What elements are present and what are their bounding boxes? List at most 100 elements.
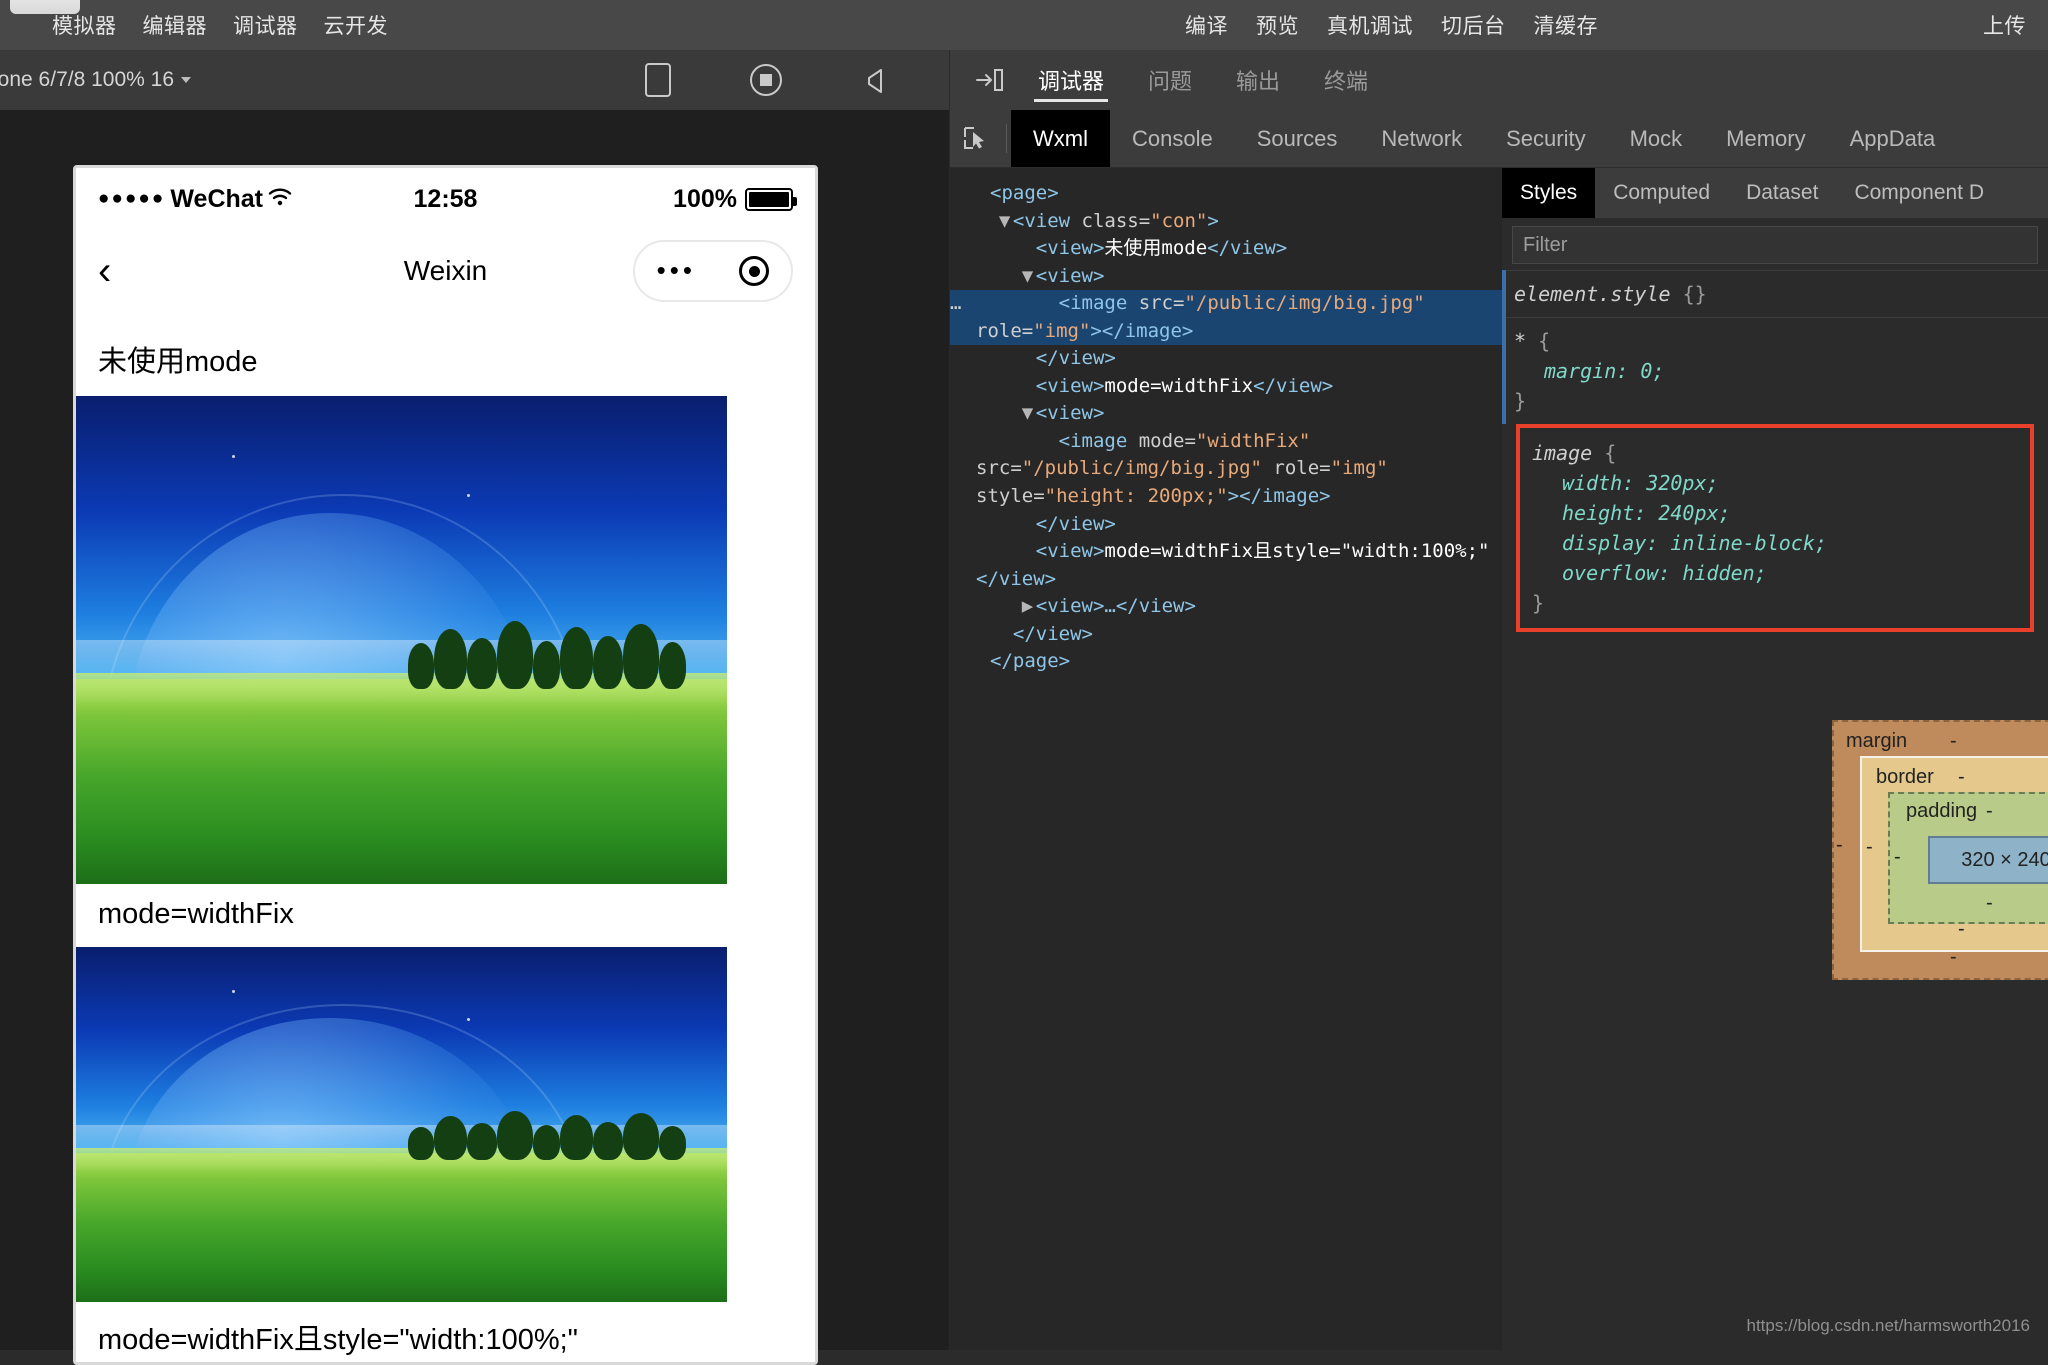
- box-model-padding-label: padding: [1906, 800, 1978, 822]
- action-background[interactable]: 切后台: [1441, 10, 1506, 40]
- image-widthfix: [76, 947, 727, 1302]
- app-menu-bar: 模拟器 编辑器 调试器 云开发 编译 预览 真机调试 切后台 清缓存 上传: [0, 0, 2048, 50]
- section-label-1: mode=widthFix: [98, 898, 294, 930]
- styles-tab-bar: Styles Computed Dataset Component D: [1502, 168, 2048, 218]
- target-icon[interactable]: [739, 256, 770, 286]
- menu-item-simulator[interactable]: 模拟器: [52, 10, 117, 40]
- volume-icon[interactable]: [861, 66, 893, 94]
- mini-program-page: 未使用mode mode=widthFix mode=widthFix且styl…: [76, 312, 815, 1362]
- phone-rotate-icon[interactable]: [645, 63, 671, 97]
- box-model-padding-top: -: [1986, 800, 1993, 822]
- subtab-appdata[interactable]: AppData: [1828, 110, 1958, 167]
- box-model-padding: padding - - - 320 × 240: [1888, 792, 2048, 924]
- styles-filter-input[interactable]: Filter: [1512, 226, 2038, 264]
- styles-rule-list: element.style {} * {margin: 0;} image {wid…: [1502, 270, 2048, 632]
- styles-filter-placeholder: Filter: [1523, 233, 1568, 256]
- style-rule[interactable]: * {margin: 0;}: [1502, 317, 2048, 424]
- box-model-diagram: margin - - - border - - - padding - - - …: [1832, 720, 2048, 980]
- wxml-node[interactable]: </view>: [950, 621, 1502, 649]
- box-model-border-label: border: [1876, 766, 1934, 788]
- box-model-padding-bottom: -: [1986, 892, 1993, 914]
- devtools-subtab-bar: Wxml Console Sources Network Security Mo…: [950, 110, 2048, 168]
- subtab-divider: [1006, 124, 1007, 153]
- status-battery: 100%: [673, 184, 797, 214]
- battery-percent: 100%: [673, 184, 737, 213]
- subtab-memory[interactable]: Memory: [1704, 110, 1827, 167]
- wxml-node[interactable]: ▼ <view>: [950, 263, 1502, 291]
- devtools-body: <page> ▼ <view class="con"> <view>未使用mode…: [950, 168, 2048, 1350]
- style-rule[interactable]: element.style {}: [1502, 270, 2048, 317]
- menu-item-debugger[interactable]: 调试器: [233, 10, 298, 40]
- element-picker-icon[interactable]: [950, 110, 1002, 167]
- menu-item-editor[interactable]: 编辑器: [143, 10, 208, 40]
- subtab-network[interactable]: Network: [1359, 110, 1484, 167]
- wxml-node[interactable]: <page>: [950, 180, 1502, 208]
- box-model-margin-top: -: [1950, 730, 1957, 752]
- devtools-panel: 调试器 问题 输出 终端 Wxml Console Sources Networ…: [950, 50, 2048, 1350]
- action-compile[interactable]: 编译: [1185, 10, 1228, 40]
- tab-debugger[interactable]: 调试器: [1016, 50, 1126, 110]
- action-preview[interactable]: 预览: [1256, 10, 1299, 40]
- action-real-device[interactable]: 真机调试: [1327, 10, 1413, 40]
- wxml-tree[interactable]: <page> ▼ <view class="con"> <view>未使用mode…: [950, 168, 1502, 1350]
- styles-tab-component[interactable]: Component D: [1836, 168, 2002, 218]
- record-icon[interactable]: [749, 63, 783, 97]
- wxml-node[interactable]: ▶ <view>…</view>: [950, 593, 1502, 621]
- styles-tab-styles[interactable]: Styles: [1502, 168, 1596, 218]
- section-label-2: mode=widthFix且style="width:100%;": [98, 1324, 578, 1356]
- wxml-node[interactable]: <view>未使用mode</view>: [950, 235, 1502, 263]
- box-model-border-left: -: [1866, 836, 1873, 858]
- style-rule[interactable]: image {width: 320px; height: 240px; displa…: [1516, 424, 2034, 632]
- capsule-button[interactable]: •••: [633, 240, 793, 302]
- box-model-margin-label: margin: [1846, 730, 1908, 752]
- box-model-border: border - - - padding - - - 320 × 240: [1860, 756, 2048, 952]
- more-icon[interactable]: •••: [657, 258, 696, 283]
- phone-frame: ●●●●● WeChat 12:58 100% ‹ Weixin ••• 未使用…: [73, 165, 818, 1365]
- simulator-toolbar: hone 6/7/8 100% 16: [0, 50, 1001, 110]
- wxml-node[interactable]: <image mode="widthFix" src="/public/img/…: [950, 428, 1502, 511]
- rule-accent-bar: [1502, 317, 1506, 424]
- menu-group-actions: 编译 预览 真机调试 切后台 清缓存: [1185, 10, 1598, 40]
- subtab-sources[interactable]: Sources: [1235, 110, 1360, 167]
- phone-status-bar: ●●●●● WeChat 12:58 100%: [76, 168, 815, 230]
- styles-tab-dataset[interactable]: Dataset: [1728, 168, 1836, 218]
- styles-tab-computed[interactable]: Computed: [1595, 168, 1728, 218]
- wxml-node[interactable]: <view>mode=widthFix且style="width:100%;"<…: [950, 538, 1502, 593]
- tab-issues[interactable]: 问题: [1126, 50, 1214, 110]
- subtab-wxml[interactable]: Wxml: [1011, 110, 1110, 167]
- box-model-border-top: -: [1958, 766, 1965, 788]
- section-label-0: 未使用mode: [98, 346, 258, 378]
- box-model-content: 320 × 240: [1928, 836, 2048, 884]
- styles-pane: Styles Computed Dataset Component D Filt…: [1502, 168, 2048, 1350]
- panel-toggle-icon[interactable]: [964, 67, 1016, 93]
- wxml-node[interactable]: </view>: [950, 345, 1502, 373]
- chevron-down-icon: [181, 77, 191, 83]
- simulator-stage: ●●●●● WeChat 12:58 100% ‹ Weixin ••• 未使用…: [0, 110, 950, 1365]
- device-selector[interactable]: hone 6/7/8 100% 16: [0, 68, 191, 92]
- devtools-tab-bar: 调试器 问题 输出 终端: [950, 50, 2048, 110]
- action-clear-cache[interactable]: 清缓存: [1534, 10, 1599, 40]
- battery-icon: [745, 187, 797, 211]
- wxml-node[interactable]: </page>: [950, 648, 1502, 676]
- action-upload[interactable]: 上传: [1983, 10, 2026, 40]
- wxml-node[interactable]: ▼ <view class="con">: [950, 208, 1502, 236]
- window-tab[interactable]: [10, 0, 80, 14]
- tab-output[interactable]: 输出: [1214, 50, 1302, 110]
- image-no-mode: [76, 396, 727, 884]
- subtab-mock[interactable]: Mock: [1608, 110, 1705, 167]
- phone-nav-bar: ‹ Weixin •••: [76, 230, 815, 312]
- wxml-node[interactable]: </view>: [950, 511, 1502, 539]
- subtab-security[interactable]: Security: [1484, 110, 1607, 167]
- menu-item-cloud-dev[interactable]: 云开发: [324, 10, 389, 40]
- menu-group-left: 模拟器 编辑器 调试器 云开发: [52, 10, 388, 40]
- rule-accent-bar: [1502, 270, 1506, 317]
- wxml-node[interactable]: … <image src="/public/img/big.jpg" role=…: [950, 290, 1502, 346]
- box-model-padding-left: -: [1894, 846, 1901, 868]
- wxml-node[interactable]: <view>mode=widthFix</view>: [950, 373, 1502, 401]
- box-model-margin-left: -: [1836, 834, 1843, 856]
- watermark: https://blog.csdn.net/harmsworth2016: [1746, 1316, 2031, 1335]
- subtab-console[interactable]: Console: [1110, 110, 1235, 167]
- menu-group-right: 上传: [1983, 10, 2026, 40]
- wxml-node[interactable]: ▼ <view>: [950, 400, 1502, 428]
- tab-terminal[interactable]: 终端: [1302, 50, 1390, 110]
